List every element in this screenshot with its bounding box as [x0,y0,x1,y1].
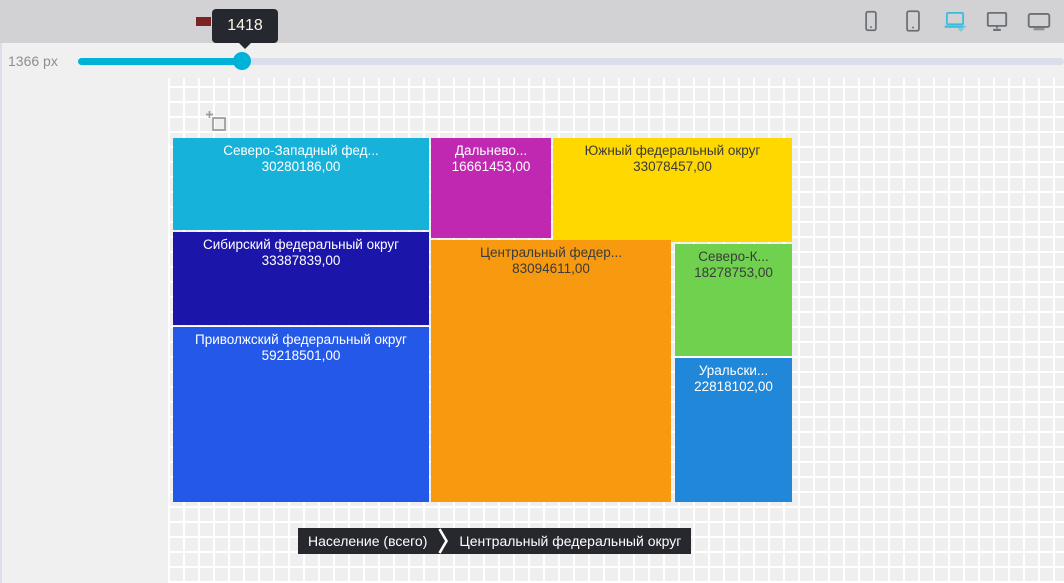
tile-label: Дальнево... [431,143,551,159]
min-width-label: 1366 px [8,53,58,69]
width-slider-fill [78,58,242,65]
treemap-tile-7[interactable]: Северо-К... 18278753,00 [675,244,792,356]
tile-value: 33387839,00 [173,253,429,269]
tile-value: 16661453,00 [431,159,551,175]
tile-value: 83094611,00 [431,261,671,277]
device-laptop-icon[interactable] [942,8,968,34]
tile-label: Приволжский федеральный округ [173,332,429,348]
device-tv-icon[interactable] [1026,8,1052,34]
canvas-left-edge [0,43,2,583]
width-tooltip: 1418 [212,9,278,43]
tile-value: 18278753,00 [675,265,792,281]
tile-value: 30280186,00 [173,159,429,175]
chevron-right-icon [437,528,449,554]
tile-value: 33078457,00 [553,159,792,175]
hidden-red-element [196,17,211,26]
breadcrumb-item-measure[interactable]: Население (всего) [298,528,437,554]
tile-label: Сибирский федеральный округ [173,237,429,253]
treemap-tile-1[interactable]: Северо-Западный фед... 30280186,00 [173,138,429,230]
device-desktop-icon[interactable] [984,8,1010,34]
tile-value: 22818102,00 [675,379,792,395]
treemap-chart: Северо-Западный фед... 30280186,00 Сибир… [173,138,792,502]
tile-label: Северо-К... [675,249,792,265]
device-tablet-icon[interactable] [900,8,926,34]
device-switcher [858,8,1052,34]
width-tooltip-value: 1418 [227,17,263,35]
treemap-tile-6[interactable]: Центральный федер... 83094611,00 [431,240,671,502]
add-widget-icon[interactable] [205,110,229,134]
device-toolbar [0,0,1064,43]
tile-value: 59218501,00 [173,348,429,364]
tile-label: Уральски... [675,363,792,379]
tile-label: Центральный федер... [431,245,671,261]
treemap-tile-3[interactable]: Приволжский федеральный округ 59218501,0… [173,327,429,502]
treemap-tile-2[interactable]: Сибирский федеральный округ 33387839,00 [173,232,429,325]
treemap-tile-5[interactable]: Южный федеральный округ 33078457,00 [553,138,792,242]
tile-label: Южный федеральный округ [553,143,792,159]
breadcrumb-item-district[interactable]: Центральный федеральный округ [449,528,691,554]
treemap-tile-4[interactable]: Дальнево... 16661453,00 [431,138,551,238]
device-phone-icon[interactable] [858,8,884,34]
treemap-tile-8[interactable]: Уральски... 22818102,00 [675,358,792,502]
breadcrumb: Население (всего) Центральный федеральны… [298,528,691,554]
tile-label: Северо-Западный фед... [173,143,429,159]
